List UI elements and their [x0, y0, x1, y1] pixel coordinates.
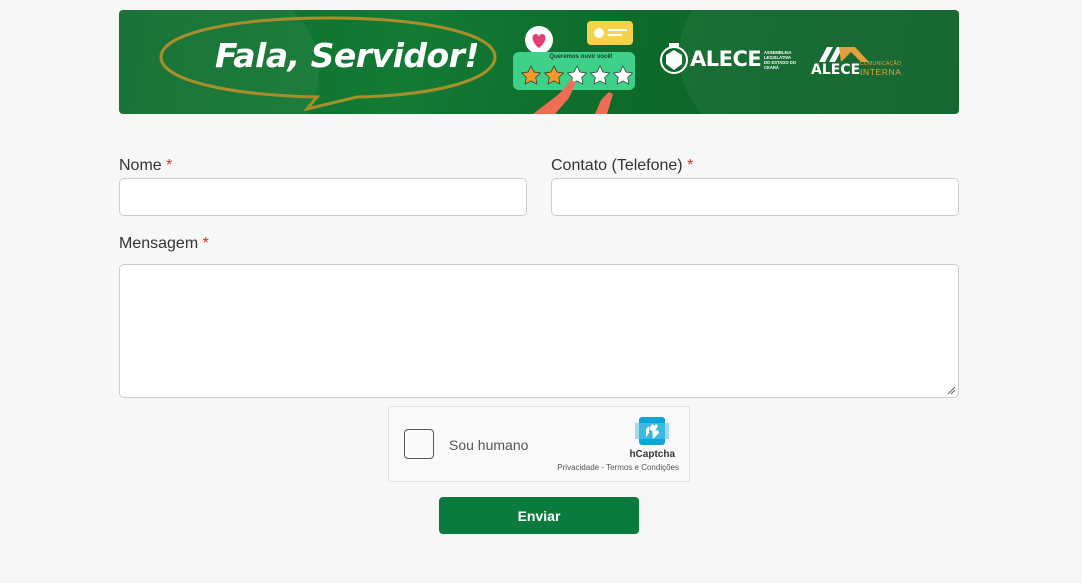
banner-title: Fala, Servidor! — [215, 36, 480, 75]
alece-seal-icon — [660, 43, 688, 74]
contato-telefone-input[interactable] — [551, 178, 959, 216]
captcha-privacy-link[interactable]: Privacidade — [557, 463, 599, 472]
hcaptcha-brand: hCaptcha — [629, 449, 675, 460]
submit-button[interactable]: Enviar — [439, 497, 639, 534]
hcaptcha-logo-icon — [635, 417, 669, 445]
nome-label-text: Nome — [119, 157, 162, 174]
contato-required-mark: * — [687, 157, 694, 174]
mensagem-label-text: Mensagem — [119, 235, 199, 252]
resize-grip-icon[interactable] — [947, 386, 956, 395]
rating-caption: Queremos ouvir você! — [549, 54, 613, 60]
nome-label: Nome * — [119, 157, 172, 175]
nome-required-mark: * — [166, 157, 173, 174]
mensagem-label: Mensagem * — [119, 235, 209, 253]
alece-interna-subtitle-large: INTERNA — [860, 67, 902, 77]
captcha-label: Sou humano — [449, 437, 529, 453]
nome-input[interactable] — [119, 178, 527, 216]
header-banner: Fala, Servidor! Queremos ouvir você! ALE… — [119, 10, 959, 114]
mensagem-required-mark: * — [202, 235, 209, 252]
mensagem-textarea[interactable] — [119, 264, 959, 398]
alece-logo-subtitle: ASSEMBLEIA LEGISLATIVA DO ESTADO DO CEAR… — [764, 50, 797, 70]
captcha-terms-link[interactable]: Termos e Condições — [606, 463, 679, 472]
contato-label: Contato (Telefone) * — [551, 157, 693, 175]
alece-interna-logo-name: ALECE — [811, 62, 861, 78]
captcha-checkbox[interactable] — [404, 429, 434, 459]
contato-label-text: Contato (Telefone) — [551, 157, 683, 174]
captcha-links: Privacidade - Termos e Condições — [557, 463, 679, 472]
alece-logo-name: ALECE — [690, 47, 762, 71]
hcaptcha-widget: Sou humano hCaptcha Privacidade - Termos… — [388, 406, 690, 482]
rating-illustration-icon — [513, 21, 635, 114]
